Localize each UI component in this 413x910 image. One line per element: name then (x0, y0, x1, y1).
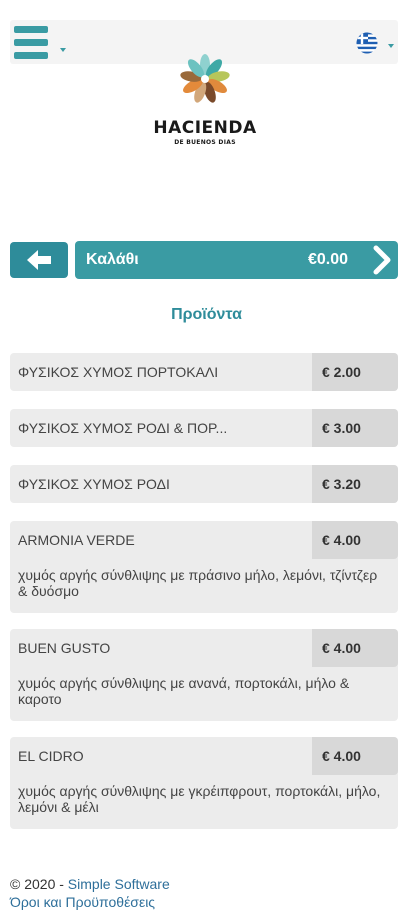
product-name: ΦΥΣΙΚΟΣ ΧΥΜΟΣ ΡΟΔΙ (18, 476, 170, 492)
product-description: χυμός αργής σύνθλιψης με πράσινο μήλο, λ… (18, 567, 378, 599)
chevron-right-icon (373, 245, 391, 275)
product-name: BUEN GUSTO (18, 640, 111, 656)
product-name: ARMONIA VERDE (18, 532, 135, 548)
product-price: € 3.00 (312, 409, 398, 447)
language-selector[interactable] (356, 32, 396, 54)
cart-label: Καλάθι (86, 251, 139, 268)
back-button[interactable] (10, 242, 68, 278)
product-description: χυμός αργής σύνθλιψης με γκρέιπφρουτ, πο… (18, 783, 381, 815)
copyright-text: © 2020 - (10, 876, 68, 892)
product-item[interactable]: ΦΥΣΙΚΟΣ ΧΥΜΟΣ ΡΟΔΙ & ΠΟΡ... € 3.00 (10, 409, 398, 447)
product-price: € 4.00 (312, 737, 398, 775)
arrow-left-icon (27, 250, 51, 270)
caret-down-icon (388, 44, 394, 48)
logo-title: HACIENDA (153, 118, 257, 138)
menu-button[interactable] (14, 26, 70, 60)
brand-logo: HACIENDA DE BUENOS DIAS (147, 50, 263, 150)
product-name: ΦΥΣΙΚΟΣ ΧΥΜΟΣ ΡΟΔΙ & ΠΟΡ... (18, 420, 228, 436)
product-price: € 2.00 (312, 353, 398, 391)
product-description: χυμός αργής σύνθλιψης με ανανά, πορτοκάλ… (18, 675, 350, 707)
cart-button[interactable]: Καλάθι €0.00 (75, 241, 398, 279)
caret-down-icon (60, 48, 66, 52)
hamburger-menu-icon (14, 26, 48, 33)
product-item[interactable]: EL CIDRO € 4.00 χυμός αργής σύνθλιψης με… (10, 737, 398, 829)
product-item[interactable]: ARMONIA VERDE € 4.00 χυμός αργής σύνθλιψ… (10, 521, 398, 613)
product-price: € 3.20 (312, 465, 398, 503)
product-item[interactable]: BUEN GUSTO € 4.00 χυμός αργής σύνθλιψης … (10, 629, 398, 721)
terms-link[interactable]: Όροι και Προϋποθέσεις (10, 894, 155, 910)
cart-total: €0.00 (307, 251, 348, 268)
product-name: ΦΥΣΙΚΟΣ ΧΥΜΟΣ ΠΟΡΤΟΚΑΛΙ (18, 364, 219, 380)
greek-flag-icon (356, 32, 378, 54)
logo-subtitle: DE BUENOS DIAS (174, 139, 236, 146)
footer: © 2020 - Simple Software (10, 876, 170, 892)
product-price: € 4.00 (312, 521, 398, 559)
product-item[interactable]: ΦΥΣΙΚΟΣ ΧΥΜΟΣ ΠΟΡΤΟΚΑΛΙ € 2.00 (10, 353, 398, 391)
section-title: Προϊόντα (171, 306, 242, 323)
company-link[interactable]: Simple Software (68, 876, 170, 892)
product-price: € 4.00 (312, 629, 398, 667)
product-name: EL CIDRO (18, 748, 84, 764)
product-item[interactable]: ΦΥΣΙΚΟΣ ΧΥΜΟΣ ΡΟΔΙ € 3.20 (10, 465, 398, 503)
